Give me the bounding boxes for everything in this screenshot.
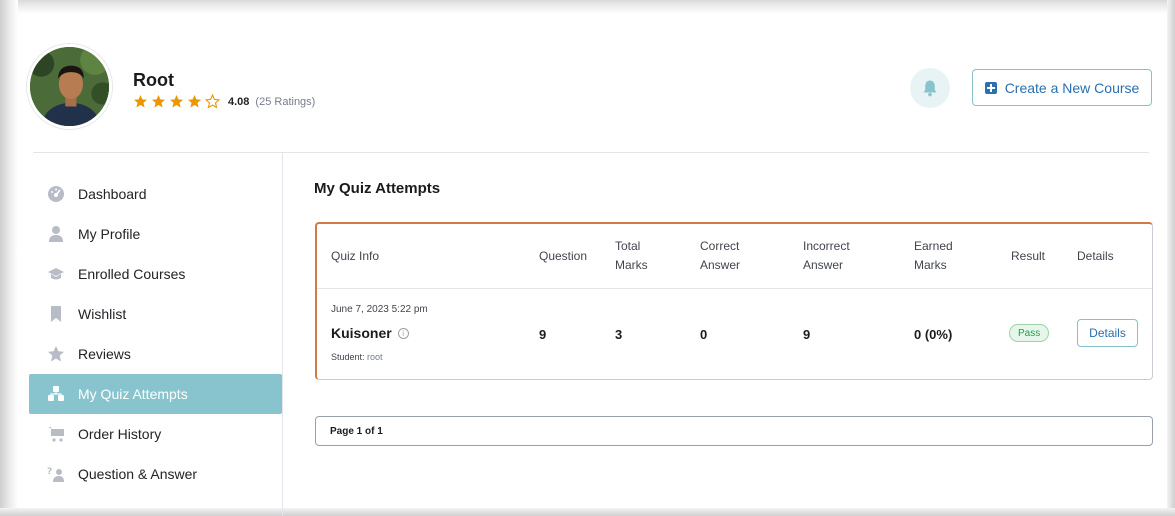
earned-marks: 0 (0%) (914, 327, 953, 342)
column-header-details: Details (1077, 248, 1114, 263)
status-badge: Pass (1009, 324, 1050, 342)
sidebar-item-my-quiz-attempts[interactable]: My Quiz Attempts (29, 374, 282, 414)
quiz-title: Kuisoner (331, 325, 392, 341)
svg-text:?: ? (47, 467, 52, 477)
sidebar-item-label: Order History (78, 426, 162, 442)
column-header-correct-answer: Correct Answer (700, 224, 740, 288)
sidebar-item-my-profile[interactable]: My Profile (29, 214, 282, 254)
page-title: My Quiz Attempts (314, 180, 441, 197)
avatar[interactable] (27, 44, 112, 129)
header-line: Marks (914, 258, 947, 272)
header-line: Correct (700, 239, 740, 254)
rating-count: (25 Ratings) (255, 95, 316, 108)
info-icon[interactable]: i (397, 327, 409, 339)
student-label: Student: (331, 352, 365, 362)
question-count: 9 (539, 327, 547, 342)
sidebar-item-label: Dashboard (78, 186, 147, 202)
rating: 4.08 (25 Ratings) (133, 94, 315, 109)
sidebar-item-wishlist[interactable]: Wishlist (29, 294, 282, 334)
total-marks: 3 (615, 327, 623, 342)
sidebar-item-enrolled-courses[interactable]: Enrolled Courses (29, 254, 282, 294)
incorrect-answers: 9 (803, 327, 811, 342)
header-divider (33, 152, 1149, 153)
window-shadow-right (1167, 0, 1175, 516)
sidebar-item-label: Wishlist (78, 306, 127, 322)
rating-stars (133, 94, 220, 109)
window-shadow-top (0, 0, 1175, 14)
question-answer-icon: ? (47, 465, 65, 483)
column-header-question: Question (539, 248, 588, 263)
quiz-attempts-table: Quiz Info Question Total Marks Correct Ans… (315, 222, 1153, 380)
star-icon (47, 345, 65, 363)
header-line: Marks (615, 258, 648, 272)
quiz-name: Kuisoner i (331, 325, 409, 341)
star-filled-icon (152, 95, 165, 108)
student-line: Student: root (331, 352, 383, 362)
sidebar-item-label: Enrolled Courses (78, 266, 186, 282)
sidebar-item-reviews[interactable]: Reviews (29, 334, 282, 374)
star-filled-icon (170, 95, 183, 108)
notification-button[interactable] (910, 68, 950, 108)
user-icon (47, 225, 65, 243)
pagination: Page 1 of 1 (315, 416, 1153, 446)
header-line: Answer (803, 258, 844, 272)
plus-square-icon (984, 81, 997, 94)
sidebar-divider (282, 153, 283, 516)
header-line: Answer (700, 258, 741, 272)
window-shadow-bottom (0, 508, 1175, 516)
rating-value: 4.08 (228, 95, 250, 108)
header-line: Total (615, 239, 641, 254)
header-line: Earned (914, 239, 953, 254)
sidebar-item-order-history[interactable]: Order History (29, 414, 282, 454)
star-filled-icon (134, 95, 147, 108)
bell-icon (923, 80, 937, 97)
sidebar-item-dashboard[interactable]: Dashboard (29, 174, 282, 214)
sidebar-item-label: Question & Answer (78, 466, 198, 482)
attempt-date: June 7, 2023 5:22 pm (331, 304, 428, 315)
student-name: root (367, 352, 383, 362)
sidebar-item-label: My Profile (78, 226, 141, 242)
user-name: Root (133, 70, 174, 90)
column-header-earned-marks: Earned Marks (914, 224, 953, 288)
quiz-attempts-icon (47, 385, 65, 403)
column-header-total-marks: Total Marks (615, 224, 648, 288)
column-header-result: Result (1011, 248, 1046, 263)
column-header-incorrect-answer: Incorrect Answer (803, 224, 850, 288)
graduation-cap-icon (47, 265, 65, 283)
sidebar-item-question-answer[interactable]: ? Question & Answer (29, 454, 282, 494)
star-filled-icon (188, 95, 201, 108)
create-course-button[interactable]: Create a New Course (972, 69, 1152, 106)
details-button[interactable]: Details (1077, 319, 1138, 347)
dashboard-icon (47, 185, 65, 203)
avatar-photo (30, 47, 109, 126)
window-shadow-left (0, 0, 18, 516)
header-line: Incorrect (803, 239, 850, 254)
bookmark-icon (47, 305, 65, 323)
sidebar-item-label: Reviews (78, 346, 131, 362)
header-divider (317, 288, 1152, 289)
column-header-quiz-info: Quiz Info (331, 248, 380, 263)
cart-icon (47, 425, 65, 443)
create-course-label: Create a New Course (1004, 79, 1140, 96)
star-empty-icon (205, 94, 220, 109)
sidebar: Dashboard My Profile Enrolled Courses Wi… (29, 174, 282, 494)
correct-answers: 0 (700, 327, 708, 342)
sidebar-item-label: My Quiz Attempts (78, 386, 188, 402)
